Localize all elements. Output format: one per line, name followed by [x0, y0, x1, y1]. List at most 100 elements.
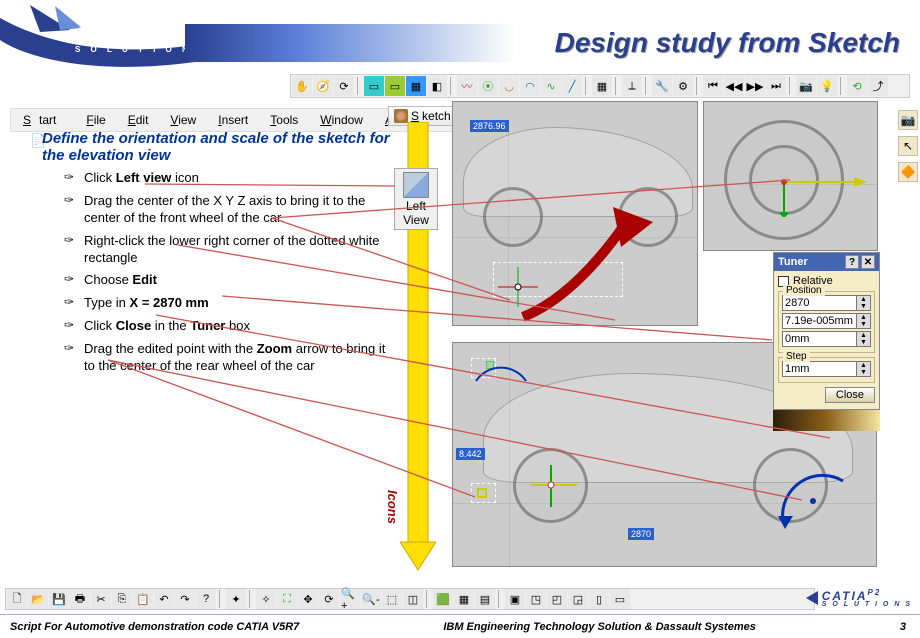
left-view-button[interactable]: Left View — [394, 168, 438, 230]
left-view-icon — [403, 172, 429, 198]
step-7: Drag the edited point with the Zoom arro… — [58, 341, 392, 375]
toolbar-bottom: 🗋 📂 💾 🖶 ✂ ⎘ 📋 ↶ ↷ ? ✦ ✧ ⛶ ✥ ⟳ 🔍+ 🔍- ⬚ ◫ … — [5, 588, 815, 610]
spinner-icon[interactable]: ▲▼ — [857, 295, 871, 311]
footer-left: Script For Automotive demonstration code… — [0, 621, 299, 633]
bt-normal[interactable]: ⬚ — [382, 589, 402, 609]
step-1: Click Left view icon — [58, 170, 392, 187]
icons-label: Icons — [385, 490, 400, 524]
bt-help[interactable]: ? — [196, 589, 216, 609]
tb-icon-curve3[interactable]: ◡ — [499, 76, 519, 96]
bt-win6[interactable]: ▭ — [610, 589, 630, 609]
coord-tag-1: 2876.96 — [470, 120, 509, 132]
step-3: Right-click the lower right corner of th… — [58, 233, 392, 267]
main-text: Define the orientation and scale of the … — [42, 130, 392, 381]
tb-icon-measure[interactable]: ⟂ — [622, 76, 642, 96]
tb-icon-last[interactable]: ⏭ — [766, 76, 786, 96]
menu-start[interactable]: Start — [15, 111, 72, 129]
footer: Script For Automotive demonstration code… — [0, 614, 920, 638]
tb-icon-settings[interactable]: ⚙ — [673, 76, 693, 96]
side-icon-cursor[interactable]: ↖ — [898, 136, 918, 156]
bt-win5[interactable]: ▯ — [589, 589, 609, 609]
catia-p2-brand: CATIAP2 S O L U T I O N S — [806, 588, 912, 608]
tb-icon-a1[interactable]: ✋ — [292, 76, 312, 96]
tb-icon-spline[interactable]: ∿ — [541, 76, 561, 96]
tb-icon-last2[interactable]: ⤴ — [868, 76, 888, 96]
tb-icon-grid[interactable]: ▦ — [406, 76, 426, 96]
tuner-close-button[interactable]: Close — [825, 387, 875, 403]
menu-insert[interactable]: Insert — [210, 111, 256, 129]
bt-fitall[interactable]: ⛶ — [277, 589, 297, 609]
bt-win4[interactable]: ◲ — [568, 589, 588, 609]
left-view-label: Left View — [395, 199, 437, 227]
bt-zoomin[interactable]: 🔍+ — [340, 589, 360, 609]
bt-rotate[interactable]: ⟳ — [319, 589, 339, 609]
tb-icon-refresh[interactable]: ⟲ — [847, 76, 867, 96]
tb-icon-cam[interactable]: 📷 — [796, 76, 816, 96]
step-5: Type in X = 2870 mm — [58, 295, 392, 312]
bt-win2[interactable]: ◳ — [526, 589, 546, 609]
bt-iso[interactable]: ◫ — [403, 589, 423, 609]
tuner-step-input[interactable] — [782, 361, 857, 377]
side-icon-3[interactable]: 🔶 — [898, 162, 918, 182]
spinner-icon[interactable]: ▲▼ — [857, 331, 871, 347]
toolbar-top: ✋ 🧭 ⟳ ▭ ▭ ▦ ◧ 〰 ⦿ ◡ ◠ ∿ ╱ ▦ ⟂ 🔧 ⚙ ⏮ ◀◀ ▶… — [290, 74, 910, 98]
tb-icon-light[interactable]: 💡 — [817, 76, 837, 96]
bt-save[interactable]: 💾 — [49, 589, 69, 609]
tb-icon-curve1[interactable]: 〰 — [457, 76, 477, 96]
tb-icon-curve4[interactable]: ◠ — [520, 76, 540, 96]
tb-icon-a3[interactable]: ⟳ — [334, 76, 354, 96]
tb-icon-grid2[interactable]: ▦ — [592, 76, 612, 96]
tb-icon-plane2[interactable]: ▭ — [385, 76, 405, 96]
step-6: Click Close in the Tuner box — [58, 318, 392, 335]
tuner-titlebar[interactable]: Tuner ? ✕ — [774, 253, 879, 271]
menu-edit[interactable]: Edit — [120, 111, 157, 129]
tb-icon-first[interactable]: ⏮ — [703, 76, 723, 96]
bt-axis[interactable]: ✦ — [226, 589, 246, 609]
spinner-icon[interactable]: ▲▼ — [857, 313, 871, 329]
bt-open[interactable]: 📂 — [28, 589, 48, 609]
tuner-x-input[interactable] — [782, 295, 857, 311]
step-2: Drag the center of the X Y Z axis to bri… — [58, 193, 392, 227]
bt-copy[interactable]: ⎘ — [112, 589, 132, 609]
bt-shade3[interactable]: ▤ — [475, 589, 495, 609]
side-icon-1[interactable]: 📷 — [898, 110, 918, 130]
bt-win1[interactable]: ▣ — [505, 589, 525, 609]
menu-file[interactable]: File — [78, 111, 113, 129]
tb-icon-cube[interactable]: ◧ — [427, 76, 447, 96]
tuner-close-x[interactable]: ✕ — [861, 255, 875, 269]
footer-page: 3 — [900, 621, 920, 633]
tb-icon-curve2[interactable]: ⦿ — [478, 76, 498, 96]
tb-icon-wrench[interactable]: 🔧 — [652, 76, 672, 96]
spinner-icon[interactable]: ▲▼ — [857, 361, 871, 377]
panel-wheel-zoom — [703, 101, 878, 251]
coord-tag-2: 8.442 — [456, 448, 485, 460]
tb-icon-plane1[interactable]: ▭ — [364, 76, 384, 96]
bt-pan[interactable]: ✥ — [298, 589, 318, 609]
bt-shade2[interactable]: ▦ — [454, 589, 474, 609]
tuner-y-input[interactable] — [782, 313, 857, 329]
panel-elevation-top: 2876.96 — [452, 101, 698, 326]
bt-redo[interactable]: ↷ — [175, 589, 195, 609]
bt-shade1[interactable]: 🟩 — [433, 589, 453, 609]
coord-tag-3: 2870 — [628, 528, 654, 540]
page-title: Design study from Sketch — [555, 27, 900, 59]
menu-view[interactable]: View — [162, 111, 204, 129]
bt-fit[interactable]: ✧ — [256, 589, 276, 609]
tb-icon-a2[interactable]: 🧭 — [313, 76, 333, 96]
bt-print[interactable]: 🖶 — [70, 589, 90, 609]
tuner-z-input[interactable] — [782, 331, 857, 347]
menu-window[interactable]: Window — [312, 111, 371, 129]
bt-undo[interactable]: ↶ — [154, 589, 174, 609]
bt-cut[interactable]: ✂ — [91, 589, 111, 609]
bt-new[interactable]: 🗋 — [7, 589, 27, 609]
title-bar: Design study from Sketch — [185, 24, 920, 62]
bt-win3[interactable]: ◰ — [547, 589, 567, 609]
tb-icon-prev[interactable]: ◀◀ — [724, 76, 744, 96]
menu-tools[interactable]: Tools — [262, 111, 306, 129]
tb-icon-next[interactable]: ▶▶ — [745, 76, 765, 96]
bt-zoomout[interactable]: 🔍- — [361, 589, 381, 609]
tb-icon-line[interactable]: ╱ — [562, 76, 582, 96]
tuner-footer-image — [773, 409, 880, 431]
tuner-help-button[interactable]: ? — [845, 255, 859, 269]
bt-paste[interactable]: 📋 — [133, 589, 153, 609]
